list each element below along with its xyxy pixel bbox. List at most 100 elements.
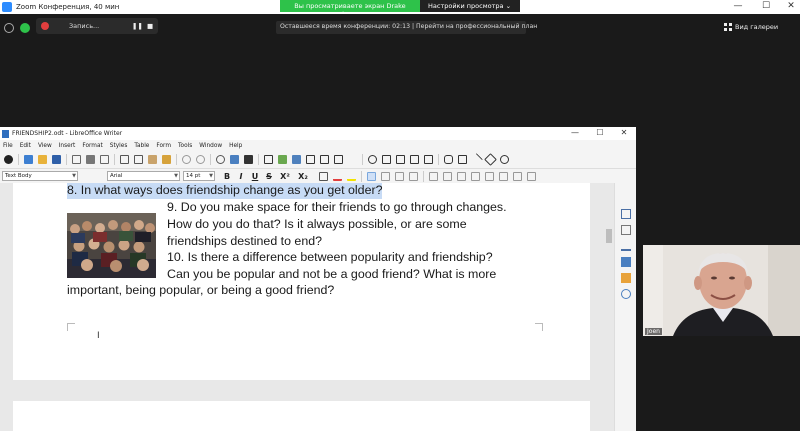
align-center-icon[interactable] [381, 171, 390, 181]
bold-button[interactable]: B [223, 172, 231, 181]
redo-icon[interactable] [196, 155, 205, 164]
insert-page-break-icon[interactable] [320, 155, 329, 164]
menu-file[interactable]: File [3, 143, 13, 149]
info-icon[interactable] [4, 23, 14, 33]
undo-icon[interactable] [182, 155, 191, 164]
highlight-color-icon[interactable] [347, 172, 356, 181]
insert-field-icon[interactable] [334, 155, 343, 164]
justify-icon[interactable] [409, 171, 418, 181]
print-icon[interactable] [86, 155, 95, 164]
formatting-marks-icon[interactable] [244, 155, 253, 164]
bookmark-icon[interactable] [410, 155, 419, 164]
decrease-indent-icon[interactable] [485, 171, 494, 181]
menu-help[interactable]: Help [229, 143, 242, 149]
new-document-icon[interactable] [24, 155, 33, 164]
menu-table[interactable]: Table [134, 143, 149, 149]
basic-shapes-icon[interactable] [484, 153, 497, 166]
doc-line-question-9[interactable]: 9. Do you make space for their friends t… [167, 199, 507, 216]
pause-recording-button[interactable]: ❚❚ [132, 22, 143, 30]
menu-form[interactable]: Form [156, 143, 171, 149]
insert-textbox-icon[interactable] [306, 155, 315, 164]
menu-view[interactable]: View [38, 143, 52, 149]
clear-formatting-icon[interactable] [319, 171, 328, 181]
comment-icon[interactable] [444, 155, 453, 164]
webcam-tile[interactable]: Joen [643, 245, 800, 336]
increase-indent-icon[interactable] [471, 171, 480, 181]
vertical-scrollbar[interactable] [604, 183, 614, 431]
paragraph-style-select[interactable]: Text Body ▼ [2, 171, 78, 181]
cut-icon[interactable] [120, 155, 129, 164]
font-color-icon[interactable] [333, 172, 342, 181]
menu-format[interactable]: Format [82, 143, 102, 149]
doc-line-question-9-cont-1[interactable]: How do you do that? Is it always possibl… [167, 216, 467, 233]
italic-button[interactable]: I [237, 172, 245, 181]
line-spacing-icon[interactable] [499, 171, 508, 181]
zoom-maximize-button[interactable]: ☐ [758, 0, 774, 13]
superscript-button[interactable]: X² [279, 172, 291, 181]
gallery-view-button[interactable]: Вид галереи [724, 20, 778, 34]
group-photo[interactable] [67, 213, 156, 278]
navigator-icon[interactable] [621, 273, 631, 283]
insert-chart-icon[interactable] [292, 155, 301, 164]
endnote-icon[interactable] [396, 155, 405, 164]
line-icon[interactable] [470, 153, 483, 166]
lo-close-button[interactable]: ✕ [617, 127, 631, 139]
paragraph-spacing-icon[interactable] [513, 171, 522, 181]
align-right-icon[interactable] [395, 171, 404, 181]
cross-reference-icon[interactable] [424, 155, 433, 164]
doc-line-question-10-cont-2[interactable]: important, being popular, or being a goo… [67, 282, 334, 299]
properties-icon[interactable] [621, 209, 631, 219]
print-preview-icon[interactable] [100, 155, 109, 164]
compass-icon[interactable] [621, 289, 631, 299]
underline-button[interactable]: U [251, 172, 259, 181]
styles-icon[interactable] [621, 241, 631, 251]
shield-icon[interactable] [20, 23, 30, 33]
save-icon[interactable] [52, 155, 61, 164]
numbering-icon[interactable] [443, 171, 452, 181]
insert-table-icon[interactable] [264, 155, 273, 164]
font-size-select[interactable]: 14 pt ▼ [183, 171, 215, 181]
document-page[interactable]: 8. In what ways does friendship change a… [13, 183, 590, 380]
lo-minimize-button[interactable]: — [568, 127, 582, 139]
spelling-icon[interactable] [230, 155, 239, 164]
gallery-icon[interactable] [621, 257, 631, 267]
paragraph-background-icon[interactable] [527, 171, 536, 181]
stop-recording-button[interactable]: ■ [147, 22, 153, 30]
doc-line-question-8[interactable]: 8. In what ways does friendship change a… [67, 183, 383, 199]
copy-icon[interactable] [134, 155, 143, 164]
view-options-button[interactable]: Настройки просмотра ⌄ [420, 0, 520, 12]
document-page-2[interactable] [13, 401, 590, 431]
insert-image-icon[interactable] [278, 155, 287, 164]
paste-icon[interactable] [148, 155, 157, 164]
footnote-icon[interactable] [382, 155, 391, 164]
open-folder-icon[interactable] [38, 155, 47, 164]
speech-bubble-icon[interactable] [4, 155, 13, 164]
font-name-select[interactable]: Arial ▼ [107, 171, 180, 181]
doc-line-question-9-cont-2[interactable]: friendships destined to end? [167, 233, 322, 250]
menu-styles[interactable]: Styles [110, 143, 128, 149]
menu-edit[interactable]: Edit [20, 143, 31, 149]
menu-insert[interactable]: Insert [59, 143, 76, 149]
track-changes-icon[interactable] [458, 155, 467, 164]
zoom-minimize-button[interactable]: — [730, 0, 746, 13]
doc-line-question-10[interactable]: 10. Is there a difference between popula… [167, 249, 493, 266]
subscript-button[interactable]: X₂ [297, 172, 309, 181]
zoom-close-button[interactable]: ✕ [783, 0, 799, 13]
lo-maximize-button[interactable]: ☐ [593, 127, 607, 139]
menu-window[interactable]: Window [199, 143, 222, 149]
menu-tools[interactable]: Tools [178, 143, 192, 149]
document-area[interactable]: 8. In what ways does friendship change a… [0, 183, 636, 431]
hyperlink-icon[interactable] [368, 155, 377, 164]
page-icon[interactable] [621, 225, 631, 235]
bullets-icon[interactable] [429, 171, 438, 181]
clone-formatting-icon[interactable] [162, 155, 171, 164]
scrollbar-thumb[interactable] [606, 229, 612, 243]
outline-icon[interactable] [457, 171, 466, 181]
strikethrough-button[interactable]: S [265, 172, 273, 181]
export-pdf-icon[interactable] [72, 155, 81, 164]
special-character-icon[interactable] [348, 155, 357, 164]
meeting-timer[interactable]: Оставшееся время конференции: 02:13 | Пе… [276, 21, 537, 34]
draw-functions-icon[interactable] [500, 155, 509, 164]
align-left-icon[interactable] [367, 171, 376, 181]
doc-line-question-10-cont-1[interactable]: Can you be popular and not be a good fri… [167, 266, 496, 283]
